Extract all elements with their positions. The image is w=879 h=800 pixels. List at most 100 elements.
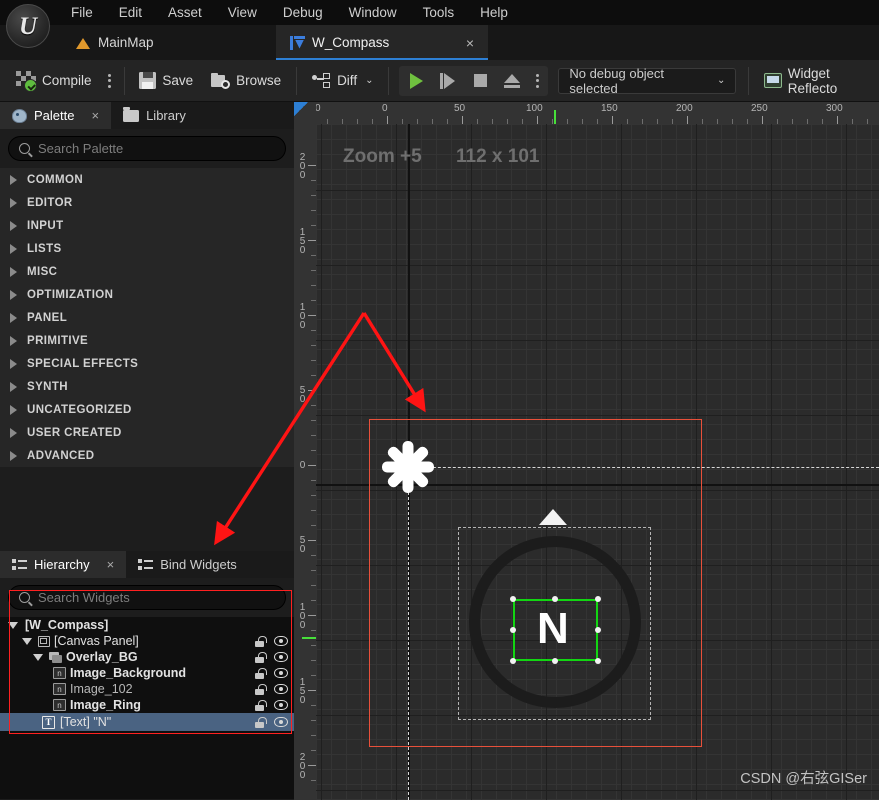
eye-icon[interactable] [274,652,288,662]
hierarchy-search[interactable] [8,585,286,610]
browse-button[interactable]: Browse [202,64,290,98]
menu-bar: File Edit Asset View Debug Window Tools … [0,0,879,25]
resize-handle-w[interactable] [510,627,516,633]
resize-handle-e[interactable] [595,627,601,633]
left-panel-column: Palette × Library COMMON EDITOR INPUT LI… [0,102,294,800]
lock-icon[interactable] [254,716,267,728]
eye-icon[interactable] [274,684,288,694]
tab-bind-widgets[interactable]: Bind Widgets [126,551,249,578]
tree-row-image-102[interactable]: n Image_102 [0,681,294,697]
chevron-right-icon [10,197,17,208]
category-label: PRIMITIVE [27,334,89,347]
eye-icon[interactable] [274,668,288,678]
tab-palette[interactable]: Palette × [0,102,112,129]
resize-handle-nw[interactable] [510,596,516,602]
palette-category-common[interactable]: COMMON [0,168,294,191]
palette-category-user-created[interactable]: USER CREATED [0,421,294,444]
anchor-medallion-icon[interactable] [377,436,439,498]
lock-icon[interactable] [254,651,267,663]
tree-row-w-compass[interactable]: [W_Compass] [0,617,294,633]
tab-hierarchy-label: Hierarchy [34,557,90,572]
resize-handle-s[interactable] [552,658,558,664]
category-label: COMMON [27,173,84,186]
menu-edit[interactable]: Edit [106,0,155,25]
lock-icon[interactable] [254,699,267,711]
lock-icon[interactable] [254,683,267,695]
tree-row-overlay-bg[interactable]: Overlay_BG [0,649,294,665]
eye-icon[interactable] [274,636,288,646]
palette-category-special-effects[interactable]: SPECIAL EFFECTS [0,352,294,375]
tab-mainmap[interactable]: MainMap [62,25,168,60]
skip-button[interactable] [433,68,463,94]
vruler-label-3: 50 [297,385,308,403]
save-button[interactable]: Save [130,64,202,98]
menu-view[interactable]: View [215,0,270,25]
resize-handle-n[interactable] [552,596,558,602]
chevron-down-icon[interactable] [8,621,18,629]
ruler-corner-icon[interactable] [294,102,308,116]
tab-hierarchy[interactable]: Hierarchy × [0,551,127,578]
menu-help[interactable]: Help [467,0,521,25]
compass-north-letter: N [537,604,569,653]
compile-button[interactable]: Compile [7,64,101,98]
palette-category-misc[interactable]: MISC [0,260,294,283]
play-button[interactable] [401,68,431,94]
palette-category-input[interactable]: INPUT [0,214,294,237]
close-icon[interactable]: × [107,557,115,572]
palette-category-panel[interactable]: PANEL [0,306,294,329]
diff-button[interactable]: Diff ⌄ [303,64,382,98]
tab-w-compass-label: W_Compass [312,35,390,50]
chevron-down-icon[interactable] [33,653,43,661]
palette-category-uncategorized[interactable]: UNCATEGORIZED [0,398,294,421]
resize-handle-se[interactable] [595,658,601,664]
chevron-down-icon[interactable] [22,637,32,645]
close-icon[interactable]: × [91,108,99,123]
menu-asset[interactable]: Asset [155,0,215,25]
tree-row-image-background[interactable]: n Image_Background [0,665,294,681]
horizontal-ruler[interactable]: 0 0 50 100 150 200 250 300 [294,102,879,124]
resize-handle-ne[interactable] [595,596,601,602]
chevron-right-icon [10,174,17,185]
chevron-right-icon [10,266,17,277]
menu-window[interactable]: Window [336,0,410,25]
play-options-icon[interactable] [529,73,546,88]
palette-category-optimization[interactable]: OPTIMIZATION [0,283,294,306]
stop-button[interactable] [465,68,495,94]
tree-row-canvas-panel[interactable]: [Canvas Panel] [0,633,294,649]
palette-category-primitive[interactable]: PRIMITIVE [0,329,294,352]
lock-icon[interactable] [254,635,267,647]
list-icon [138,558,154,571]
menu-tools[interactable]: Tools [410,0,468,25]
design-canvas[interactable]: N Zoom +5 112 x 101 [316,124,879,800]
zoom-level-label: Zoom +5 [343,146,422,167]
tab-w-compass[interactable]: W_Compass × [276,25,488,60]
tab-library[interactable]: Library [111,102,198,129]
eye-icon[interactable] [274,700,288,710]
vertical-ruler[interactable]: 200 150 100 50 0 50 100 150 200 [294,102,316,800]
palette-search[interactable] [8,136,286,161]
search-palette-input[interactable] [38,141,275,156]
unreal-engine-logo-icon[interactable]: U [6,4,50,48]
unreal-logo-glyph: U [18,12,38,40]
resize-handle-sw[interactable] [510,658,516,664]
debug-object-select[interactable]: No debug object selected ⌄ [558,66,737,96]
lock-icon[interactable] [254,667,267,679]
compile-options-icon[interactable] [101,73,118,88]
widget-reflector-button[interactable]: Widget Reflecto [755,64,879,98]
search-widgets-input[interactable] [38,590,275,605]
palette-category-synth[interactable]: SYNTH [0,375,294,398]
tree-row-label: Overlay_BG [66,650,138,664]
palette-category-advanced[interactable]: ADVANCED [0,444,294,467]
menu-file[interactable]: File [58,0,106,25]
chevron-down-icon[interactable]: ⌄ [365,75,373,86]
eject-button[interactable] [497,68,527,94]
palette-category-editor[interactable]: EDITOR [0,191,294,214]
eye-icon[interactable] [274,717,288,727]
widget-designer-viewport[interactable]: N Zoom +5 112 x 101 0 0 50 100 150 200 2… [294,102,879,800]
tree-row-image-ring[interactable]: n Image_Ring [0,697,294,713]
tree-row-text-n[interactable]: T [Text] "N" [0,713,294,731]
palette-category-lists[interactable]: LISTS [0,237,294,260]
tree-row-label: Image_Ring [70,698,141,712]
menu-debug[interactable]: Debug [270,0,336,25]
close-icon[interactable]: × [450,35,474,51]
